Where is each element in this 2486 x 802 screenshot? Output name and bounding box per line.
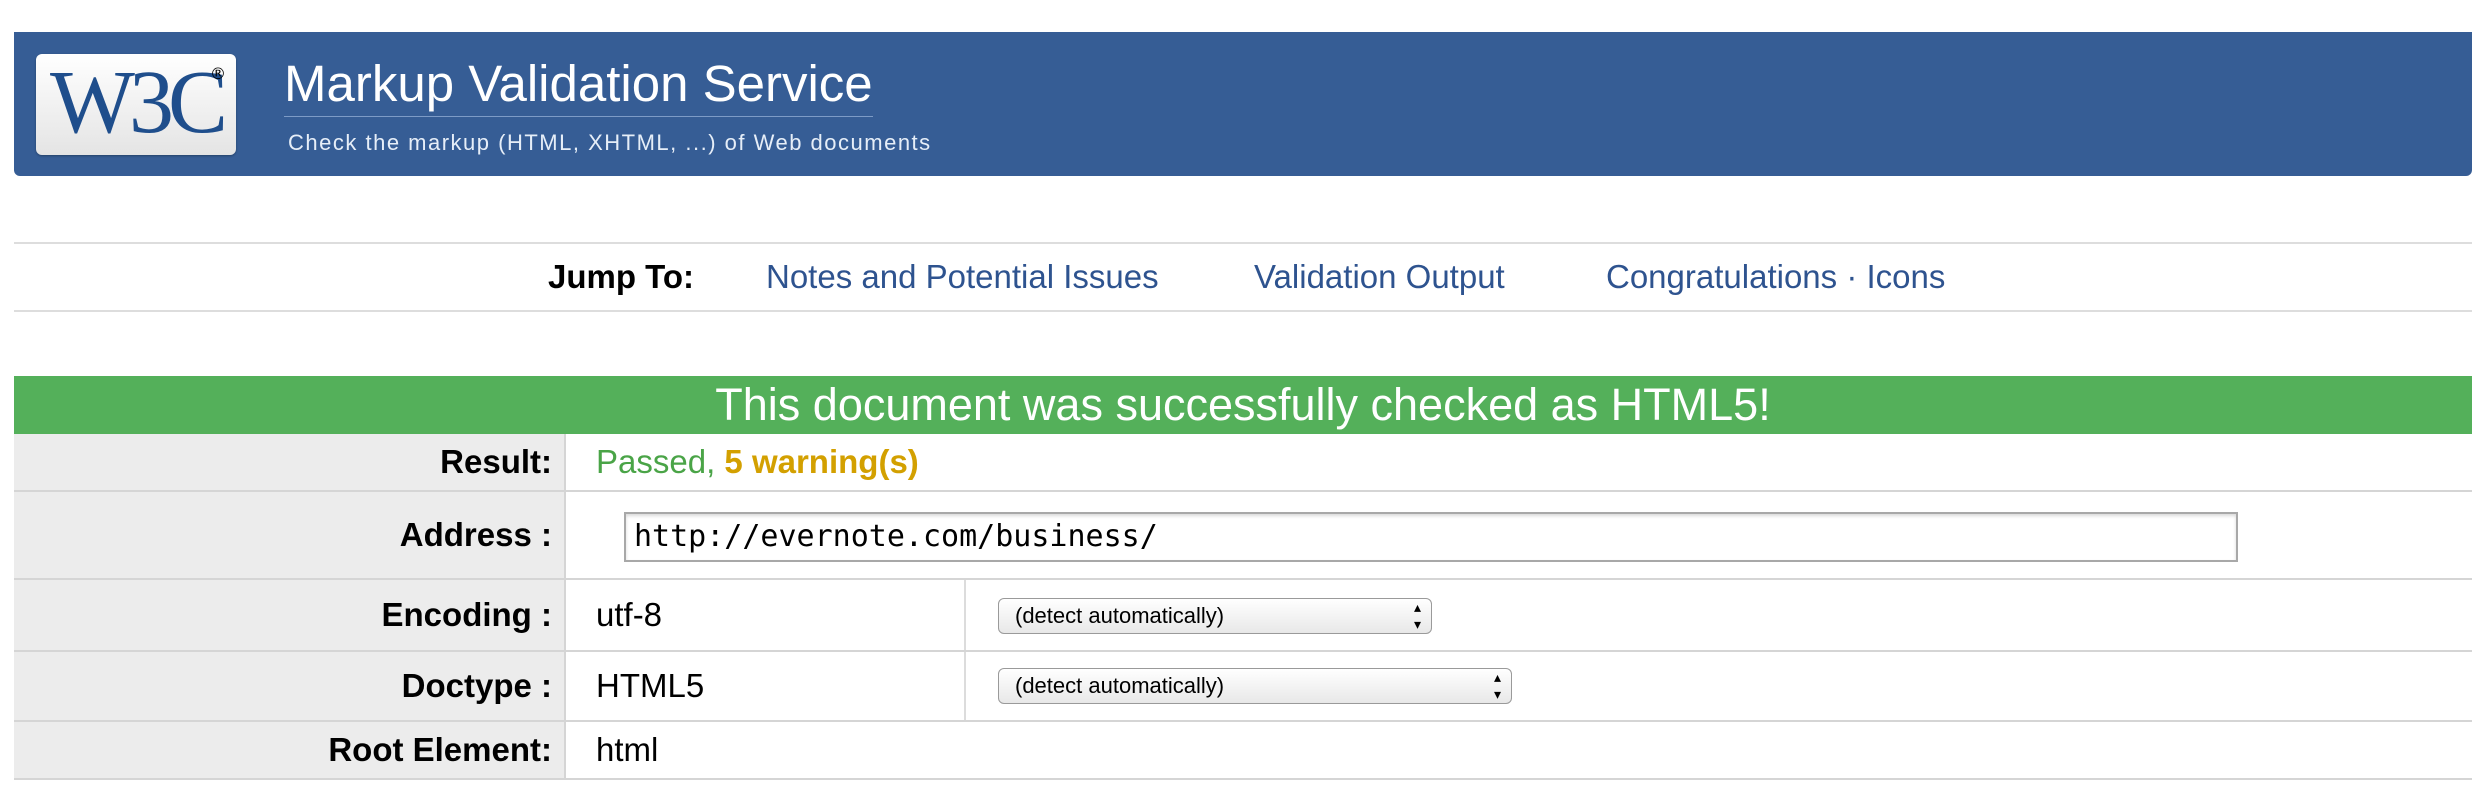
result-value: Passed, 5 warning(s): [596, 434, 919, 490]
root-element-value: html: [596, 731, 659, 768]
jump-to-label: Jump To:: [548, 258, 695, 295]
w3c-logo[interactable]: W3C ®: [36, 54, 236, 155]
root-element-label: Root Element:: [14, 722, 566, 778]
address-input[interactable]: http://evernote.com/business/: [624, 512, 2238, 562]
encoding-label-text: Encoding :: [381, 596, 552, 633]
site-subtitle: Check the markup (HTML, XHTML, ...) of W…: [288, 130, 932, 155]
jump-link-validation-output[interactable]: Validation Output: [1254, 258, 1505, 296]
jump-link-notes[interactable]: Notes and Potential Issues: [766, 258, 1159, 296]
doctype-value: HTML5: [596, 667, 705, 704]
root-element-row: Root Element: html: [14, 722, 2472, 780]
encoding-select-value: (detect automatically): [1015, 603, 1225, 628]
address-row: Address : http://evernote.com/business/: [14, 492, 2472, 580]
address-label-text: Address :: [399, 516, 552, 553]
passed-text: Passed,: [596, 443, 716, 480]
column-divider: [964, 652, 966, 720]
registered-mark: ®: [210, 64, 226, 83]
jump-to-bar: Jump To: Notes and Potential Issues Vali…: [14, 242, 2472, 312]
encoding-row: Encoding : utf-8 (detect automatically) …: [14, 580, 2472, 652]
warnings-link[interactable]: 5 warning(s): [724, 443, 918, 481]
encoding-value: utf-8: [596, 596, 663, 633]
doctype-label-text: Doctype :: [401, 667, 552, 704]
select-arrows-icon: ▴ ▾: [1413, 599, 1421, 632]
column-divider: [964, 580, 966, 650]
result-label: Result:: [14, 434, 566, 490]
doctype-row: Doctype : HTML5 (detect automatically) ▴…: [14, 652, 2472, 722]
select-arrows-icon: ▴ ▾: [1493, 669, 1501, 702]
jump-link-congratulations-icons[interactable]: Congratulations · Icons: [1606, 258, 1945, 296]
w3c-logo-text: W3C: [50, 53, 228, 152]
doctype-label: Doctype :: [14, 652, 566, 720]
doctype-select[interactable]: (detect automatically) ▴ ▾: [998, 668, 1512, 704]
encoding-label: Encoding :: [14, 580, 566, 650]
result-row: Result: Passed, 5 warning(s): [14, 434, 2472, 492]
root-element-label-text: Root Element:: [328, 731, 552, 768]
address-label: Address :: [14, 492, 566, 578]
success-banner: This document was successfully checked a…: [14, 376, 2472, 434]
header-banner: W3C ® Markup Validation Service Check th…: [14, 32, 2472, 176]
site-title[interactable]: Markup Validation Service: [284, 54, 873, 117]
encoding-select[interactable]: (detect automatically) ▴ ▾: [998, 598, 1432, 634]
doctype-select-value: (detect automatically): [1015, 673, 1225, 698]
result-label-text: Result:: [440, 443, 552, 480]
